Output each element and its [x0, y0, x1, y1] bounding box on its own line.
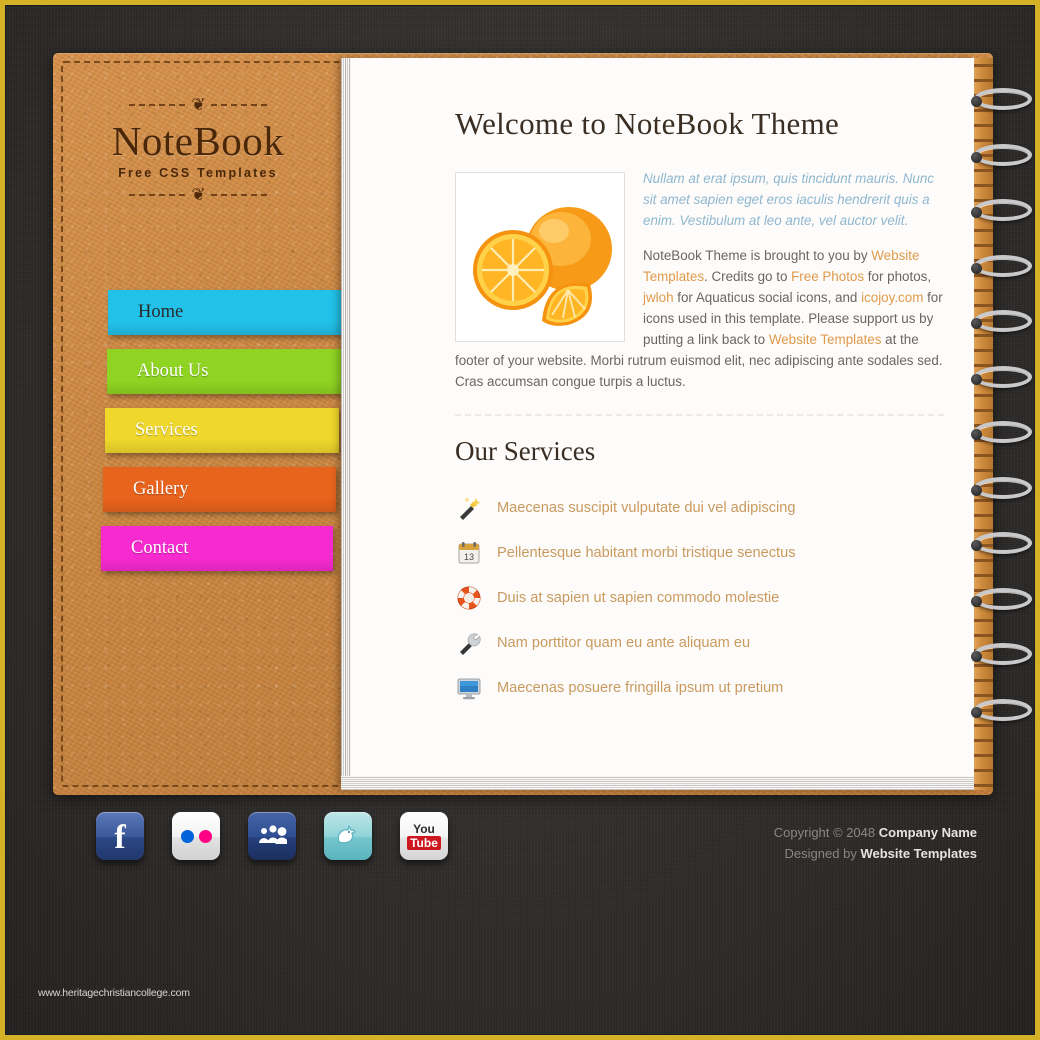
monitor-icon	[455, 674, 483, 702]
sidebar: ❦ NoteBook Free CSS Templates ❦ Home Abo…	[53, 53, 344, 795]
twitter-icon[interactable]	[324, 812, 372, 860]
brand-subtitle: Free CSS Templates	[118, 166, 278, 181]
body-text: . Credits go to	[704, 269, 792, 284]
social-links: f You Tube	[53, 812, 448, 860]
calendar-icon: 13	[455, 539, 483, 567]
page-edge-left	[341, 58, 351, 790]
nav-item-about-us[interactable]: About Us	[107, 349, 342, 394]
company-name: Company Name	[878, 825, 977, 840]
wrench-icon	[455, 629, 483, 657]
magic-wand-icon	[455, 494, 483, 522]
nav-label: Gallery	[133, 479, 189, 499]
service-label: Maecenas posuere fringilla ipsum ut pret…	[497, 679, 784, 696]
brand-title: NoteBook	[111, 118, 285, 164]
nav-label: Home	[138, 302, 184, 322]
link-icojoy[interactable]: icojoy.com	[861, 290, 923, 305]
service-label: Pellentesque habitant morbi tristique se…	[497, 544, 796, 561]
link-jwloh[interactable]: jwloh	[643, 290, 674, 305]
services-title: Our Services	[455, 436, 596, 466]
nav-item-gallery[interactable]: Gallery	[103, 467, 336, 512]
footer: f You Tube Copyright © 2048 Company Name…	[53, 812, 993, 882]
flickr-icon[interactable]	[172, 812, 220, 860]
designed-prefix: Designed by	[784, 846, 861, 861]
youtube-icon[interactable]: You Tube	[400, 812, 448, 860]
body-text: for photos,	[864, 269, 932, 284]
flickr-dot-pink	[198, 829, 212, 843]
brand-block: ❦ NoteBook Free CSS Templates ❦	[53, 53, 343, 204]
life-ring-icon	[455, 584, 483, 612]
section-divider	[455, 414, 944, 416]
nav-item-contact[interactable]: Contact	[101, 526, 333, 571]
designer-name: Website Templates	[860, 846, 977, 861]
ornament-rule-right	[210, 104, 267, 106]
svg-text:13: 13	[464, 552, 474, 562]
flourish-icon: ❦	[191, 94, 205, 115]
nav-item-home[interactable]: Home	[108, 290, 344, 335]
services-list: Maecenas suscipit vulputate dui vel adip…	[455, 485, 944, 710]
page-content: Welcome to NoteBook Theme Nullam at erat…	[351, 58, 974, 776]
copyright-block: Copyright © 2048 Company Name Designed b…	[774, 812, 993, 864]
ornament-rule-right	[210, 194, 267, 197]
copyright-prefix: Copyright © 2048	[773, 825, 879, 840]
nav-label: About Us	[137, 361, 209, 381]
flickr-dot-blue	[180, 829, 194, 843]
oranges-image	[456, 173, 624, 341]
youtube-you-text: You	[413, 821, 435, 836]
page-title: Welcome to NoteBook Theme	[455, 106, 840, 141]
main-navigation: Home About Us Services Gallery Contact	[53, 290, 344, 585]
body-text: NoteBook Theme is brought to you by	[643, 248, 872, 263]
content-page: Welcome to NoteBook Theme Nullam at erat…	[341, 58, 974, 790]
designed-by-line: Designed by Website Templates	[774, 843, 977, 864]
body-text: for Aquaticus social icons, and	[673, 290, 862, 305]
link-website-templates-2[interactable]: Website Templates	[769, 332, 882, 347]
service-item[interactable]: Maecenas posuere fringilla ipsum ut pret…	[455, 665, 944, 710]
nav-item-services[interactable]: Services	[105, 408, 339, 453]
spiral-binding-strip	[974, 58, 993, 790]
twitter-bird-glyph	[337, 825, 356, 844]
myspace-icon[interactable]	[248, 812, 296, 860]
service-item[interactable]: Maecenas suscipit vulputate dui vel adip…	[455, 485, 944, 530]
watermark-url: www.heritagechristiancollege.com	[38, 987, 190, 999]
ornament-rule-left	[129, 104, 186, 106]
notebook-cover: ❦ NoteBook Free CSS Templates ❦ Home Abo…	[53, 53, 993, 795]
myspace-people-glyph	[259, 825, 287, 844]
page-edge-bottom	[341, 776, 974, 790]
service-label: Nam porttitor quam eu ante aliquam eu	[497, 634, 751, 651]
nav-label: Contact	[131, 538, 189, 558]
youtube-tube-badge: Tube	[407, 835, 441, 850]
facebook-icon[interactable]: f	[96, 812, 144, 860]
service-item[interactable]: 13 Pellentesque habitant morbi tristique…	[455, 530, 944, 575]
facebook-glyph: f	[114, 819, 126, 856]
copyright-line: Copyright © 2048 Company Name	[774, 822, 977, 843]
flourish-icon: ❦	[191, 184, 205, 205]
service-label: Duis at sapien ut sapien commodo molesti…	[497, 589, 780, 606]
service-item[interactable]: Duis at sapien ut sapien commodo molesti…	[455, 575, 944, 620]
ornament-bottom: ❦	[53, 186, 343, 204]
service-label: Maecenas suscipit vulputate dui vel adip…	[497, 499, 796, 516]
ornament-rule-left	[129, 194, 186, 197]
nav-label: Services	[135, 420, 198, 440]
ornament-top: ❦	[53, 96, 343, 114]
link-free-photos[interactable]: Free Photos	[791, 269, 864, 284]
service-item[interactable]: Nam porttitor quam eu ante aliquam eu	[455, 620, 944, 665]
oranges-photo	[455, 172, 625, 342]
